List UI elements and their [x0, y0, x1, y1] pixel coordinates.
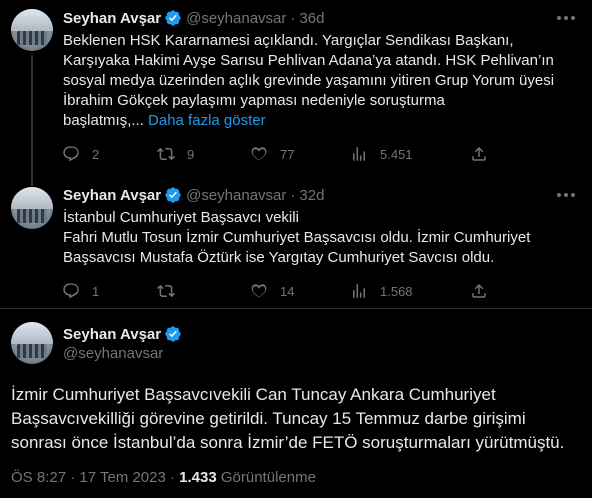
- thread-line: [31, 180, 33, 186]
- retweet-icon: [157, 147, 175, 161]
- thread-line: [31, 55, 33, 180]
- like-button[interactable]: 77: [250, 144, 294, 164]
- more-icon[interactable]: [557, 16, 575, 22]
- retweet-button[interactable]: [157, 281, 187, 301]
- separator-dot: ·: [290, 186, 296, 204]
- reply-count: 2: [92, 146, 100, 162]
- tweet-timestamp[interactable]: ÖS 8:27 · 17 Tem 2023 ·: [11, 469, 179, 486]
- views-button[interactable]: 1.568: [350, 281, 413, 301]
- tweet-meta: ÖS 8:27 · 17 Tem 2023 · 1.433 Görüntülen…: [11, 469, 316, 486]
- tweet-time[interactable]: 32d: [299, 187, 324, 204]
- tweet-header: Seyhan Avşar @seyhanavsar · 32d: [63, 185, 324, 205]
- views-count: 5.451: [380, 146, 413, 162]
- author-name[interactable]: Seyhan Avşar: [63, 187, 161, 204]
- like-button[interactable]: 14: [250, 281, 294, 301]
- main-tweet-text: İzmir Cumhuriyet Başsavcıvekili Can Tunc…: [11, 385, 565, 452]
- like-icon: [251, 147, 267, 161]
- views-icon: [353, 147, 365, 161]
- retweet-icon: [157, 284, 175, 298]
- views-icon: [353, 284, 365, 298]
- avatar[interactable]: [11, 9, 53, 51]
- main-author-handle[interactable]: @seyhanavsar: [63, 345, 163, 362]
- main-author-name[interactable]: Seyhan Avşar: [63, 326, 161, 343]
- separator-dot: ·: [290, 9, 296, 27]
- tweet-1[interactable]: Seyhan Avşar @seyhanavsar · 36d Beklenen…: [0, 0, 592, 180]
- share-button[interactable]: [470, 281, 488, 301]
- reply-icon: [63, 283, 79, 299]
- tweet-actions: 2 9 77 5.451: [60, 144, 500, 164]
- like-icon: [251, 284, 267, 298]
- main-views-count: 1.433: [179, 469, 217, 486]
- verified-badge-icon: [165, 10, 181, 26]
- reply-count: 1: [92, 283, 100, 299]
- reply-button[interactable]: 2: [62, 144, 99, 164]
- share-icon: [472, 283, 486, 298]
- like-count: 14: [280, 283, 295, 299]
- retweet-button[interactable]: 9: [157, 144, 194, 164]
- views-count: 1.568: [380, 283, 413, 299]
- views-button[interactable]: 5.451: [350, 144, 413, 164]
- tweet-header: Seyhan Avşar @seyhanavsar · 36d: [63, 8, 324, 28]
- tweet-actions: 1 14 1.568: [60, 281, 500, 301]
- retweet-count: 9: [187, 146, 195, 162]
- main-views-label: Görüntülenme: [216, 469, 316, 486]
- tweet-2[interactable]: Seyhan Avşar @seyhanavsar · 32d İstanbul…: [0, 180, 592, 308]
- tweet-text: İstanbul Cumhuriyet Başsavcı vekili Fahr…: [63, 209, 531, 266]
- tweet-time[interactable]: 36d: [299, 10, 324, 27]
- verified-badge-icon: [165, 326, 181, 342]
- author-handle[interactable]: @seyhanavsar: [186, 10, 286, 27]
- author-name[interactable]: Seyhan Avşar: [63, 10, 161, 27]
- share-button[interactable]: [470, 144, 488, 164]
- tweet-body: Beklenen HSK Kararnamesi açıklandı. Yarg…: [63, 32, 555, 129]
- more-icon[interactable]: [557, 193, 575, 199]
- main-author: Seyhan Avşar: [63, 325, 182, 343]
- like-count: 77: [280, 146, 295, 162]
- show-more-link[interactable]: Daha fazla göster: [148, 112, 266, 129]
- avatar[interactable]: [11, 187, 53, 229]
- tweet-text: Beklenen HSK Kararnamesi açıklandı. Yarg…: [63, 31, 575, 131]
- share-icon: [472, 146, 486, 161]
- main-avatar[interactable]: [11, 322, 53, 364]
- verified-badge-icon: [165, 187, 181, 203]
- author-handle[interactable]: @seyhanavsar: [186, 187, 286, 204]
- divider: [0, 308, 592, 309]
- reply-icon: [63, 146, 79, 162]
- reply-button[interactable]: 1: [62, 281, 99, 301]
